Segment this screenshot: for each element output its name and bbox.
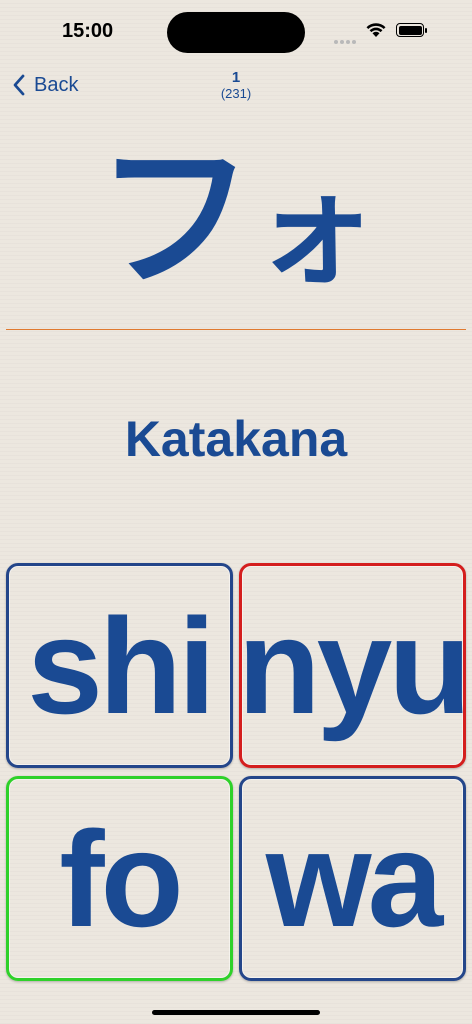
home-indicator[interactable]: [152, 1010, 320, 1015]
status-time: 15:00: [62, 20, 114, 42]
status-bar: 15:00: [0, 0, 472, 60]
answer-label: nyu: [237, 589, 472, 742]
cellular-signal-icon: [334, 31, 358, 49]
divider: [6, 329, 466, 330]
chevron-left-icon: [13, 74, 25, 96]
answer-button-shi[interactable]: shi: [6, 563, 233, 768]
current-card-number: 1: [231, 69, 241, 86]
answer-button-fo[interactable]: fo: [6, 776, 233, 981]
answer-label: shi: [27, 589, 215, 742]
card-counter: 1 (231): [186, 70, 286, 102]
answer-label: wa: [265, 802, 443, 955]
total-card-count: (231): [220, 86, 252, 101]
answer-button-wa[interactable]: wa: [239, 776, 466, 981]
back-button[interactable]: Back: [12, 70, 78, 100]
answer-label: fo: [59, 802, 183, 955]
script-label: Katakana: [124, 411, 348, 467]
wifi-icon: [366, 23, 386, 37]
kana-main: フ: [96, 126, 254, 311]
kana-prompt: フォ: [0, 140, 472, 298]
back-label: Back: [34, 73, 79, 96]
answer-button-nyu[interactable]: nyu: [237, 563, 472, 768]
dynamic-island: [167, 12, 305, 53]
battery-icon: [396, 23, 427, 37]
kana-small: ォ: [254, 158, 376, 302]
